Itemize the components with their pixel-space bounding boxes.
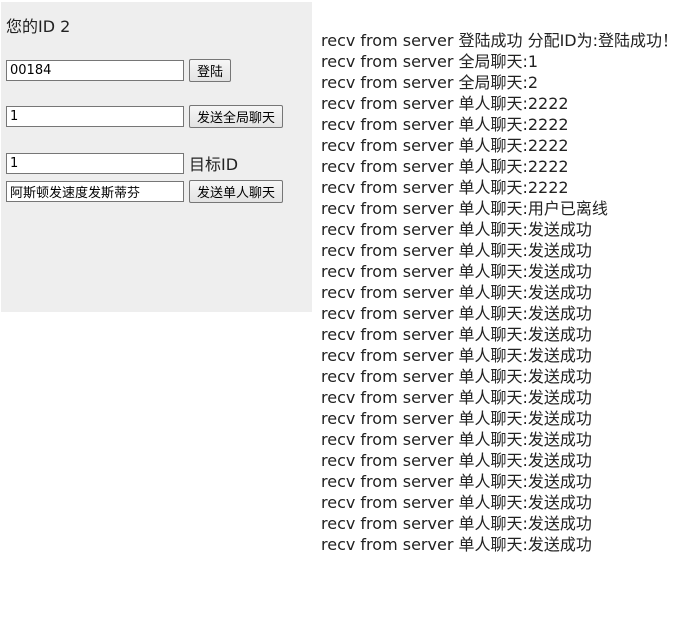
log-entry: recv from server 单人聊天:发送成功 (321, 430, 592, 449)
log-entry: recv from server 单人聊天:2222 (321, 115, 569, 134)
log-entry: recv from server 单人聊天:用户已离线 (321, 199, 608, 218)
global-message-input[interactable] (6, 106, 184, 127)
log-entry: recv from server 单人聊天:发送成功 (321, 304, 592, 323)
login-id-input[interactable] (6, 60, 184, 81)
target-id-label: 目标ID (189, 155, 239, 174)
log-entry: recv from server 登陆成功 分配ID为:登陆成功！ (321, 31, 678, 50)
single-chat-row: 发送单人聊天 (6, 180, 284, 203)
log-entry: recv from server 全局聊天:2 (321, 73, 539, 92)
global-chat-row: 发送全局聊天 (6, 105, 284, 128)
send-global-chat-button[interactable]: 发送全局聊天 (189, 105, 284, 128)
log-entry: recv from server 单人聊天:发送成功 (321, 283, 592, 302)
log-entry: recv from server 单人聊天:2222 (321, 178, 569, 197)
log-entry: recv from server 全局聊天:1 (321, 52, 539, 71)
login-row: 登陆 (6, 59, 232, 82)
log-entry: recv from server 单人聊天:发送成功 (321, 409, 592, 428)
login-button[interactable]: 登陆 (189, 59, 232, 82)
log-entry: recv from server 单人聊天:发送成功 (321, 367, 592, 386)
log-entry: recv from server 单人聊天:发送成功 (321, 325, 592, 344)
log-entry: recv from server 单人聊天:发送成功 (321, 241, 592, 260)
target-id-row: 目标ID (6, 151, 238, 175)
log-entry: recv from server 单人聊天:发送成功 (321, 451, 592, 470)
log-entry: recv from server 单人聊天:发送成功 (321, 535, 592, 554)
send-single-chat-button[interactable]: 发送单人聊天 (189, 180, 284, 203)
single-message-input[interactable] (6, 181, 184, 202)
log-entry: recv from server 单人聊天:发送成功 (321, 514, 592, 533)
log-entry: recv from server 单人聊天:2222 (321, 136, 569, 155)
log-entry: recv from server 单人聊天:发送成功 (321, 493, 592, 512)
control-panel: 您的ID 2 登陆 发送全局聊天 目标ID 发送单人聊天 (1, 2, 312, 312)
user-id-label: 您的ID 2 (6, 17, 71, 36)
log-entry: recv from server 单人聊天:2222 (321, 157, 569, 176)
log-entry: recv from server 单人聊天:发送成功 (321, 472, 592, 491)
log-entry: recv from server 单人聊天:2222 (321, 94, 569, 113)
log-entry: recv from server 单人聊天:发送成功 (321, 220, 592, 239)
log-entry: recv from server 单人聊天:发送成功 (321, 262, 592, 281)
message-log: recv from server 登陆成功 分配ID为:登陆成功！ recv fr… (321, 30, 689, 555)
log-entry: recv from server 单人聊天:发送成功 (321, 346, 592, 365)
log-entry: recv from server 单人聊天:发送成功 (321, 388, 592, 407)
target-id-input[interactable] (6, 152, 184, 174)
